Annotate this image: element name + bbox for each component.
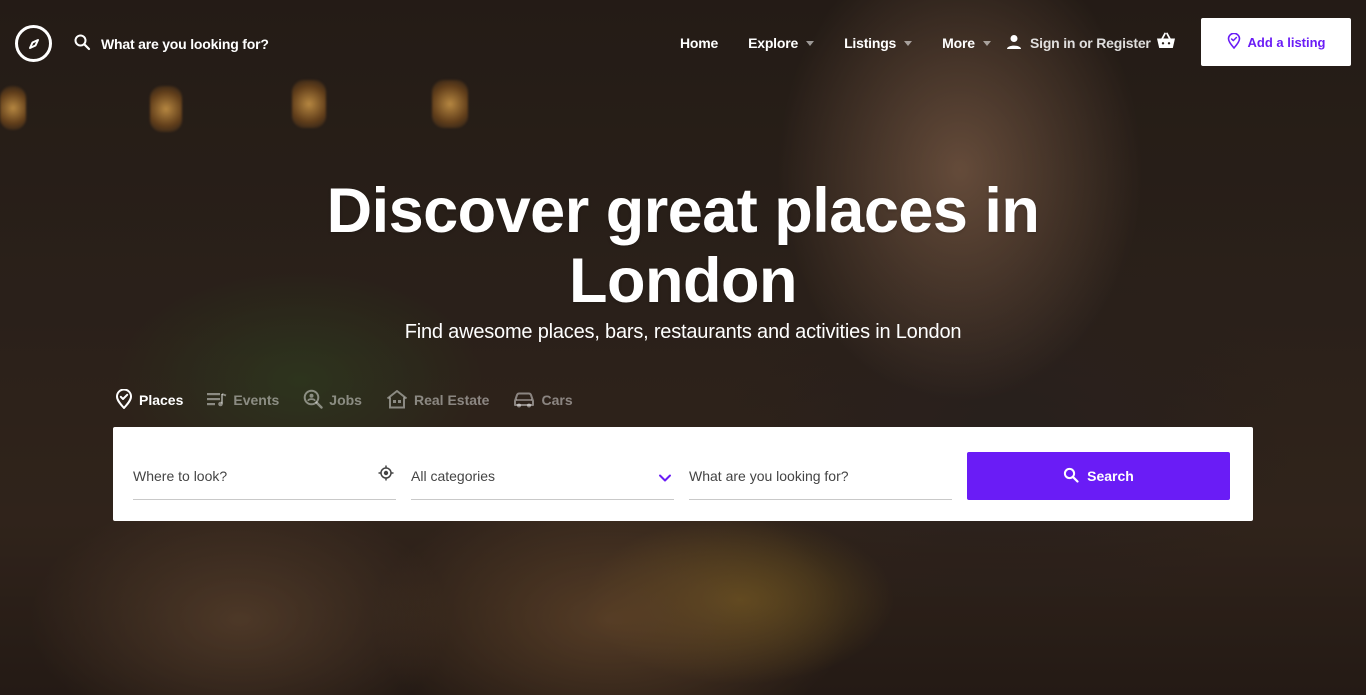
nav-item-listings[interactable]: Listings xyxy=(844,35,913,51)
hero-subheadline: Find awesome places, bars, restaurants a… xyxy=(404,321,962,343)
tab-label: Places xyxy=(139,392,184,408)
category-select[interactable]: All categories xyxy=(411,452,674,500)
main-menu: Home Explore Listings More xyxy=(680,32,991,54)
tab-cars[interactable]: Cars xyxy=(513,390,573,411)
chevron-down-icon xyxy=(982,41,991,46)
tab-places[interactable]: Places xyxy=(115,388,184,412)
nav-item-label: Explore xyxy=(748,35,799,51)
keyword-input[interactable]: What are you looking for? xyxy=(689,452,952,500)
headline-line-1: Discover great places in xyxy=(326,176,1040,246)
nav-item-label: Home xyxy=(680,35,719,51)
headline-line-2: London xyxy=(569,246,797,316)
hero-overlay xyxy=(0,0,1366,695)
search-icon xyxy=(1063,467,1079,486)
hero-section: What are you looking for? Home Explore L… xyxy=(0,0,1366,695)
house-icon xyxy=(386,389,408,412)
location-placeholder: Where to look? xyxy=(133,467,228,484)
tab-jobs[interactable]: Jobs xyxy=(303,389,362,412)
map-pin-icon xyxy=(115,388,133,412)
tab-label: Real Estate xyxy=(413,392,490,408)
keyword-placeholder: What are you looking for? xyxy=(689,467,849,484)
tab-events[interactable]: Events xyxy=(207,391,279,410)
chevron-down-icon xyxy=(658,470,672,488)
location-input[interactable]: Where to look? xyxy=(133,452,396,500)
compass-logo-icon[interactable] xyxy=(15,25,52,62)
listing-type-tabs: Places Events Jobs Real Estate Cars xyxy=(115,388,573,412)
search-icon xyxy=(73,33,91,56)
nav-item-explore[interactable]: Explore xyxy=(748,35,815,51)
search-button[interactable]: Search xyxy=(967,452,1230,500)
tab-real-estate[interactable]: Real Estate xyxy=(386,389,489,412)
car-icon xyxy=(513,390,535,411)
search-button-label: Search xyxy=(1087,468,1134,484)
locate-me-icon[interactable] xyxy=(378,465,394,486)
add-listing-label: Add a listing xyxy=(1247,34,1326,50)
nav-item-label: More xyxy=(942,35,975,51)
sign-in-link[interactable]: Sign in or Register xyxy=(1006,32,1151,54)
tab-label: Cars xyxy=(541,392,573,408)
basket-icon[interactable] xyxy=(1156,32,1176,55)
hero-headline: Discover great places in London xyxy=(200,176,1166,316)
job-search-icon xyxy=(303,389,323,412)
header-search[interactable]: What are you looking for? xyxy=(73,34,269,54)
top-navigation: What are you looking for? Home Explore L… xyxy=(0,0,1366,90)
sign-in-label: Sign in or Register xyxy=(1030,35,1151,51)
category-value: All categories xyxy=(411,467,496,484)
map-pin-icon xyxy=(1227,32,1241,52)
event-list-icon xyxy=(207,391,227,410)
chevron-down-icon xyxy=(904,41,913,46)
nav-item-more[interactable]: More xyxy=(942,35,991,51)
header-search-input[interactable]: What are you looking for? xyxy=(101,36,269,52)
user-icon xyxy=(1006,34,1022,53)
tab-label: Jobs xyxy=(329,392,362,408)
add-listing-button[interactable]: Add a listing xyxy=(1201,18,1351,66)
tab-label: Events xyxy=(233,392,280,408)
chevron-down-icon xyxy=(806,41,815,46)
search-panel: Where to look? All categories What are y… xyxy=(113,427,1253,521)
nav-item-home[interactable]: Home xyxy=(680,35,718,51)
nav-item-label: Listings xyxy=(844,35,897,51)
